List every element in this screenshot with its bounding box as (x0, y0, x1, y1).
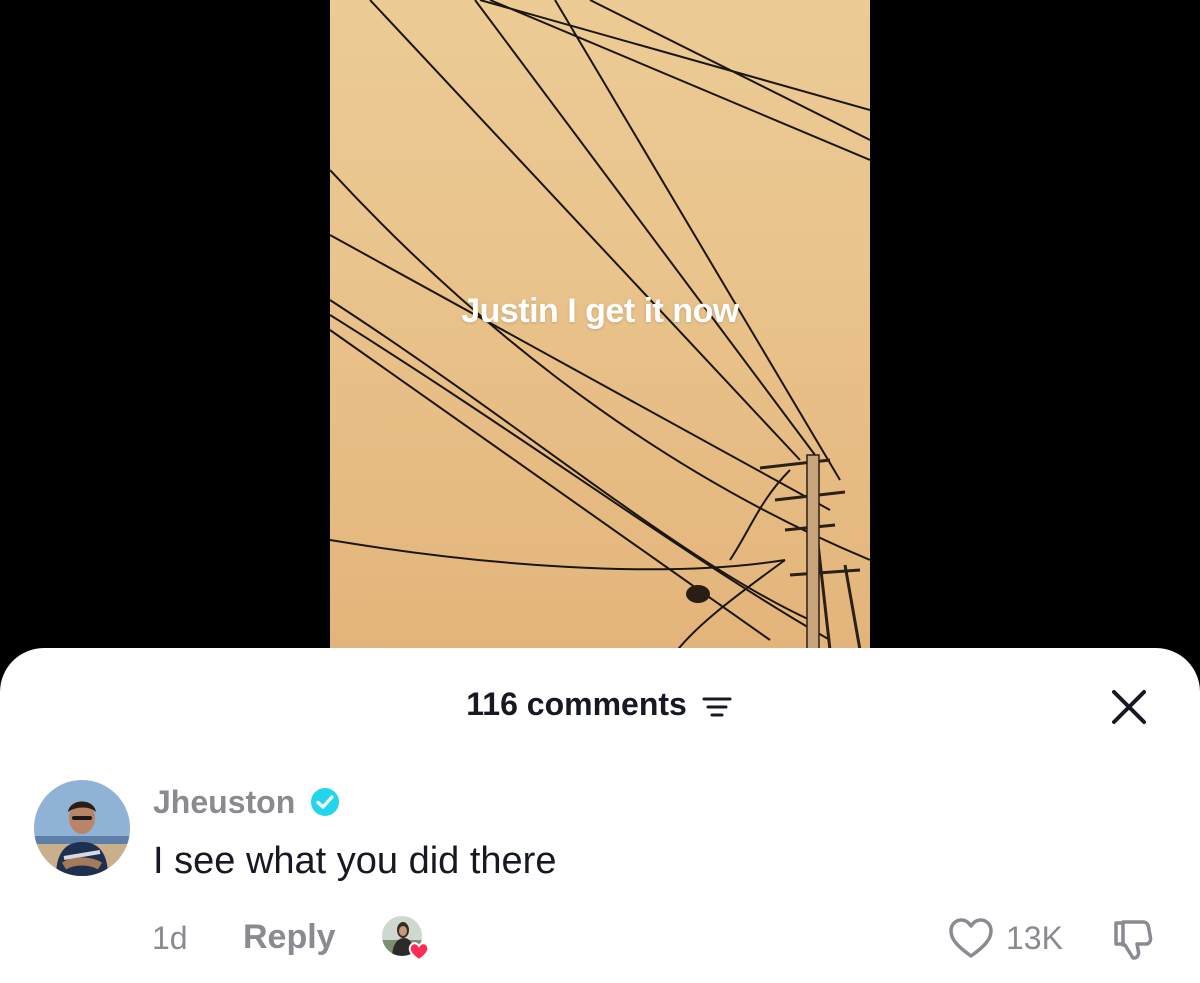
comments-count: 116 comments (466, 686, 687, 722)
like-count: 13K (1006, 920, 1063, 956)
thumbs-down-icon (1114, 920, 1153, 960)
avatar[interactable] (34, 780, 130, 876)
close-button[interactable] (1108, 686, 1150, 728)
comment-timestamp: 1d (152, 920, 188, 956)
comment-text: I see what you did there (153, 840, 557, 882)
like-button[interactable] (946, 914, 996, 964)
comments-header: 116 comments (0, 686, 1200, 723)
comment-author[interactable]: Jheuston (153, 784, 340, 821)
video-caption: Justin I get it now (461, 292, 739, 330)
video-player[interactable]: Justin I get it now (330, 0, 870, 660)
dislike-button[interactable] (1108, 914, 1158, 964)
verified-badge-icon (311, 788, 340, 816)
comments-sheet: 116 comments Jheuston I see what you did… (0, 648, 1200, 983)
liked-by-creator-indicator (380, 914, 434, 964)
reply-button[interactable]: Reply (243, 918, 336, 957)
username[interactable]: Jheuston (153, 784, 295, 820)
close-icon (1112, 690, 1146, 724)
heart-outline-icon (949, 918, 993, 958)
creator-avatar-with-heart-icon (380, 914, 430, 962)
sort-lines-icon[interactable] (700, 692, 734, 722)
avatar-image (34, 780, 130, 876)
